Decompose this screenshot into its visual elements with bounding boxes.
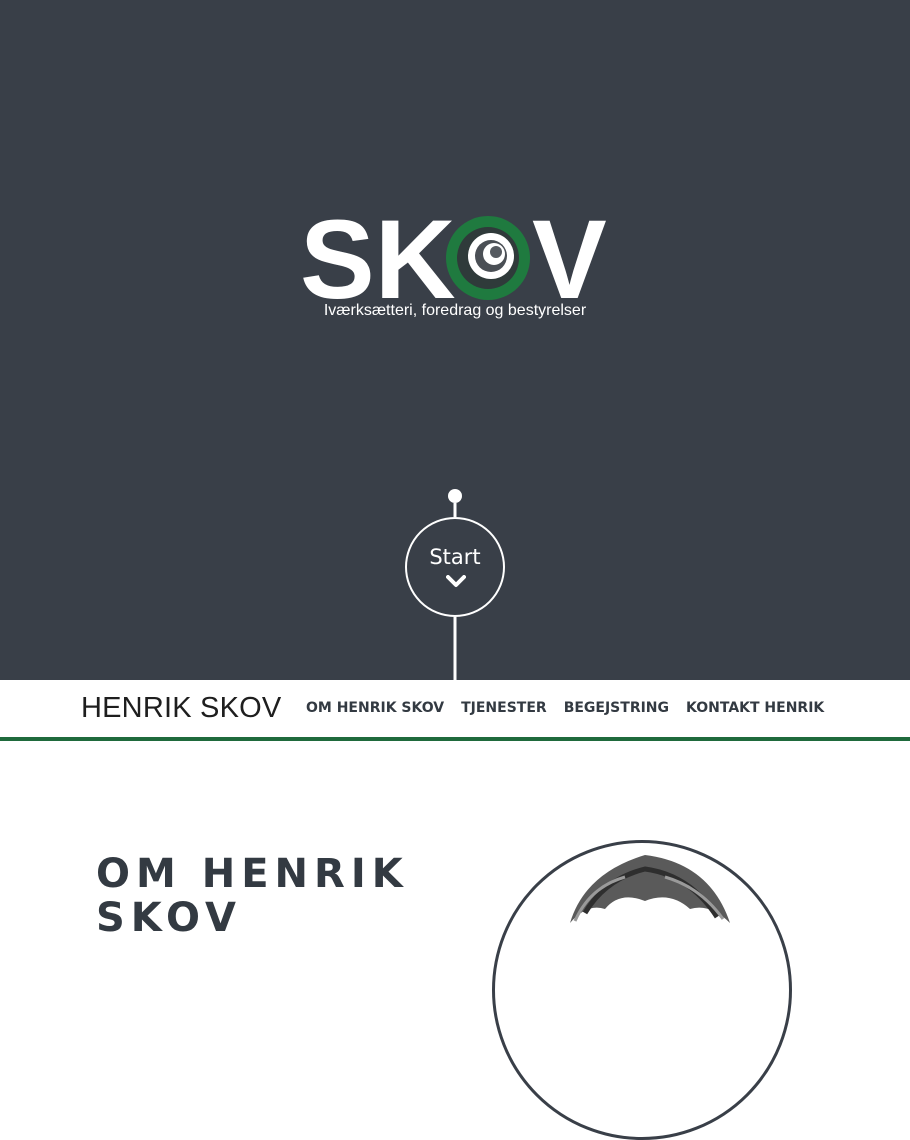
about-title: OM HENRIK SKOV — [96, 851, 409, 941]
logo-letters-sk: SK — [300, 197, 456, 315]
start-label: Start — [429, 545, 481, 569]
portrait-hair-shape — [570, 855, 730, 923]
main-navigation: HENRIK SKOV OM HENRIK SKOV TJENESTER BEG… — [0, 680, 910, 741]
logo-tagline: Iværksætteri, foredrag og bestyrelser — [323, 302, 587, 319]
portrait-photo — [492, 840, 792, 1140]
skov-logo: SK V — [300, 197, 607, 315]
nav-links: OM HENRIK SKOV TJENESTER BEGEJSTRING KON… — [306, 700, 841, 716]
nav-link-om-henrik-skov[interactable]: OM HENRIK SKOV — [306, 700, 444, 716]
hero-section: SK V Iværksætteri, foredrag og bestyrels… — [0, 0, 910, 680]
nav-link-begejstring[interactable]: BEGEJSTRING — [564, 700, 669, 716]
logo-swirl-icon — [446, 216, 530, 300]
start-indicator: Start — [0, 0, 910, 680]
nav-link-kontakt-henrik[interactable]: KONTAKT HENRIK — [686, 700, 824, 716]
brand-name[interactable]: HENRIK SKOV — [81, 692, 281, 725]
logo-letter-v: V — [532, 197, 607, 315]
nav-link-tjenester[interactable]: TJENESTER — [461, 700, 547, 716]
start-button[interactable]: Start — [405, 517, 505, 617]
chevron-down-icon — [446, 575, 466, 587]
